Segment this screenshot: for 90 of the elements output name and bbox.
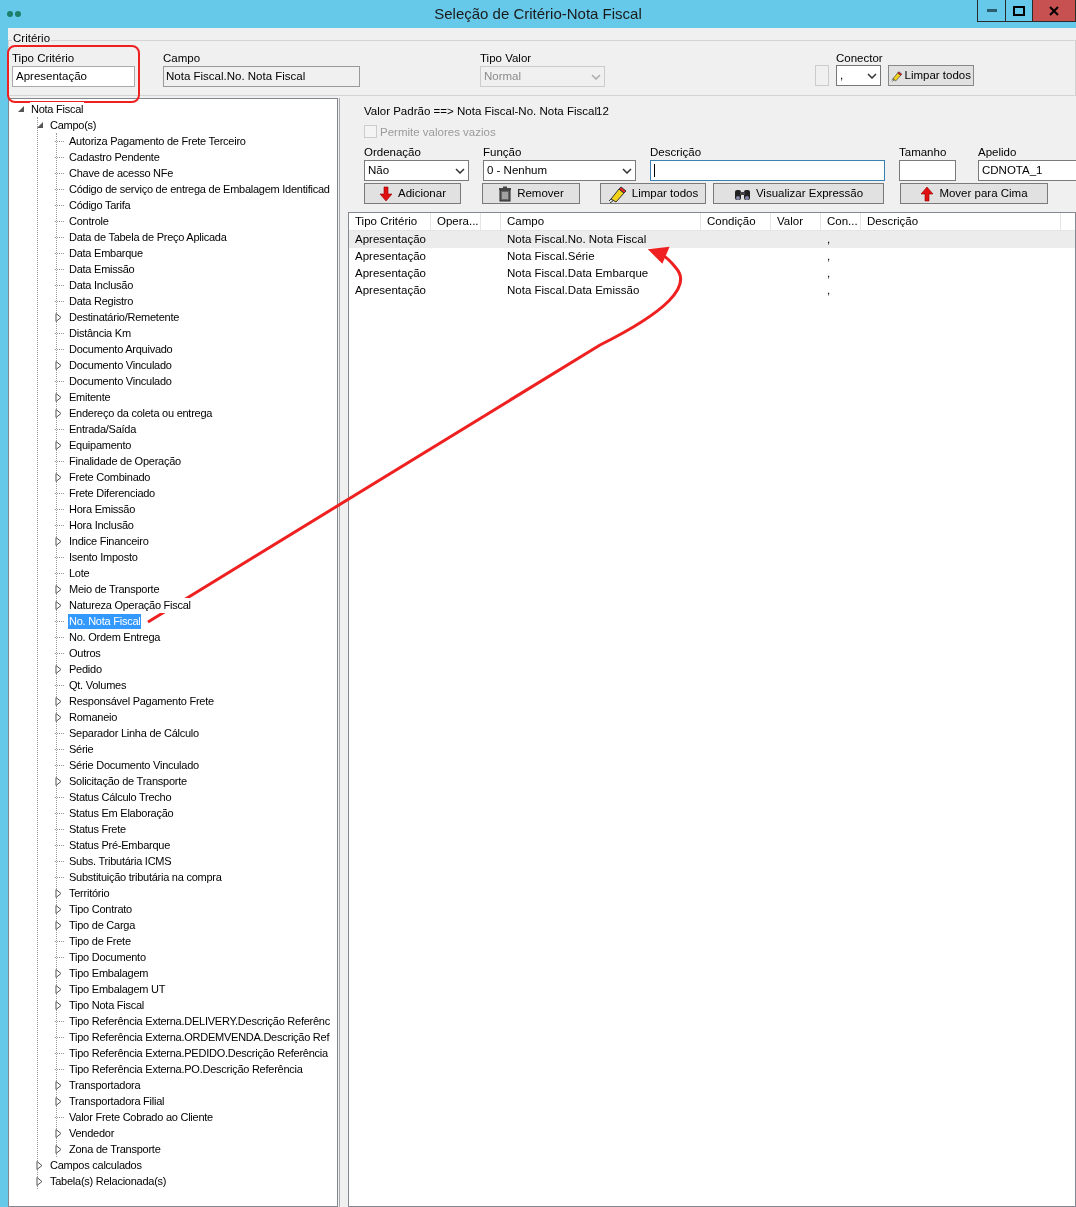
field-label: Descrição: [650, 146, 702, 159]
down-arrow-icon: [379, 185, 393, 202]
column-header[interactable]: Con...: [821, 213, 861, 230]
chevron-icon: [622, 167, 632, 174]
collapsed-triangle-icon[interactable]: [55, 920, 62, 930]
column-header[interactable]: Opera...: [431, 213, 481, 230]
field-label: Tipo Critério: [12, 52, 75, 65]
collapsed-triangle-icon[interactable]: [55, 712, 62, 722]
collapsed-triangle-icon[interactable]: [55, 360, 62, 370]
clear-button[interactable]: Limpar todos: [888, 65, 974, 86]
column-header[interactable]: Condição: [701, 213, 771, 230]
table-cell-text: Apresentação: [354, 283, 427, 298]
table-cell-text: ,: [826, 283, 832, 298]
chevron-icon: [455, 167, 465, 174]
field-label: Tipo Valor: [480, 52, 532, 65]
field-label: Apelido: [978, 146, 1017, 159]
collapsed-triangle-icon[interactable]: [55, 584, 62, 594]
table-cell-text: Nota Fiscal.Série: [506, 249, 596, 264]
field-label: Função: [483, 146, 522, 159]
collapsed-triangle-icon[interactable]: [36, 1160, 43, 1170]
expanded-triangle-icon[interactable]: [17, 105, 25, 113]
input-field[interactable]: Nota Fiscal.No. Nota Fiscal: [163, 66, 360, 87]
dropdown[interactable]: 0 - Nenhum: [483, 160, 636, 181]
tree-item[interactable]: Natureza Operação Fiscal: [68, 597, 192, 613]
collapsed-triangle-icon[interactable]: [55, 904, 62, 914]
checkbox-label: Permite valores vazios: [380, 126, 496, 139]
collapsed-triangle-icon[interactable]: [55, 536, 62, 546]
collapsed-triangle-icon[interactable]: [55, 1128, 62, 1138]
dropdown[interactable]: ,: [836, 65, 881, 86]
clear-button[interactable]: Limpar todos: [600, 183, 706, 204]
selected-row[interactable]: Apresentação Nota Fiscal.No. Nota Fiscal ,: [349, 231, 1075, 248]
table-cell-text: Apresentação: [354, 232, 427, 247]
remove-button[interactable]: Remover: [482, 183, 580, 204]
collapsed-triangle-icon[interactable]: [55, 888, 62, 898]
close-button[interactable]: [1033, 0, 1075, 21]
table-cell-text: ,: [826, 249, 832, 264]
collapsed-triangle-icon[interactable]: [55, 968, 62, 978]
field-label: Ordenação: [364, 146, 421, 159]
collapsed-triangle-icon[interactable]: [55, 664, 62, 674]
input-field[interactable]: [650, 160, 885, 181]
trash-icon: [498, 185, 513, 202]
input-field[interactable]: [899, 160, 956, 181]
column-header[interactable]: Campo: [501, 213, 701, 230]
chevron-icon: [591, 73, 601, 80]
input-field[interactable]: CDNOTA_1: [978, 160, 1076, 181]
chevron-icon: [867, 72, 877, 79]
collapsed-triangle-icon[interactable]: [55, 1096, 62, 1106]
table-cell-text: Apresentação: [354, 266, 427, 281]
field-label: Campo: [163, 52, 201, 65]
field-label: Tamanho: [899, 146, 947, 159]
collapsed-triangle-icon[interactable]: [55, 776, 62, 786]
table-cell-text: Nota Fiscal.No. Nota Fiscal: [506, 232, 648, 247]
collapsed-triangle-icon[interactable]: [55, 1144, 62, 1154]
table-cell-text: Nota Fiscal.Data Embarque: [506, 266, 650, 281]
dropdown[interactable]: Não: [364, 160, 469, 181]
window-title: Seleção de Critério-Nota Fiscal: [434, 4, 642, 22]
collapsed-triangle-icon[interactable]: [55, 1080, 62, 1090]
add-button[interactable]: Adicionar: [364, 183, 461, 204]
size-value: 12: [596, 105, 609, 118]
minimize-icon: [986, 9, 997, 12]
table-cell-text: ,: [826, 232, 832, 247]
collapsed-triangle-icon[interactable]: [55, 1000, 62, 1010]
collapsed-triangle-icon[interactable]: [55, 392, 62, 402]
expanded-triangle-icon[interactable]: [36, 121, 44, 129]
collapsed-triangle-icon[interactable]: [55, 472, 62, 482]
close-icon: [1049, 5, 1059, 16]
field-label: Valor Padrão ==>: [364, 105, 454, 118]
table-cell-text: Nota Fiscal.Data Emissão: [506, 283, 641, 298]
collapsed-triangle-icon[interactable]: [55, 696, 62, 706]
collapsed-triangle-icon[interactable]: [55, 408, 62, 418]
collapsed-triangle-icon[interactable]: [55, 312, 62, 322]
table-cell-text: Apresentação: [354, 249, 427, 264]
collapsed-triangle-icon[interactable]: [55, 600, 62, 610]
up-arrow-icon: [920, 185, 935, 202]
app-icon: [6, 10, 22, 18]
table-cell-text: ,: [826, 266, 832, 281]
column-header[interactable]: Tipo Critério: [349, 213, 431, 230]
view-expression-button[interactable]: Visualizar Expressão: [713, 183, 884, 204]
maximize-icon: [1013, 5, 1025, 16]
default-value: Nota Fiscal-No. Nota Fiscal: [457, 105, 597, 118]
group-label: Critério: [12, 32, 52, 45]
collapsed-triangle-icon[interactable]: [55, 984, 62, 994]
column-header[interactable]: Valor: [771, 213, 821, 230]
collapsed-triangle-icon[interactable]: [55, 440, 62, 450]
eraser-icon: [607, 184, 627, 203]
input-field[interactable]: Apresentação: [12, 66, 135, 87]
column-header[interactable]: Descrição: [861, 213, 1061, 230]
field-label: Conector: [836, 52, 883, 65]
collapsed-triangle-icon[interactable]: [36, 1176, 43, 1186]
move-up-button[interactable]: Mover para Cima: [900, 183, 1048, 204]
